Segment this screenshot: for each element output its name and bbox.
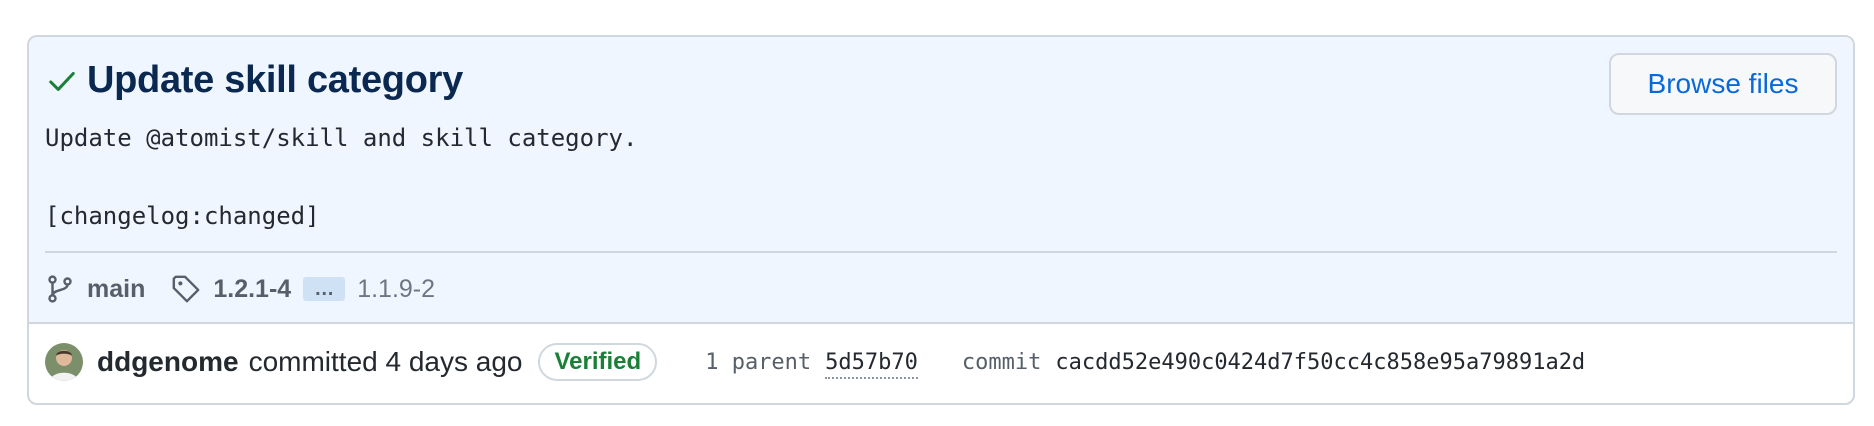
commit-refs: main 1.2.1-4 … 1.1.9-2 xyxy=(45,269,435,309)
user-avatar[interactable] xyxy=(45,343,83,381)
commit-message-line-3: [changelog:changed] xyxy=(45,202,320,230)
author-link[interactable]: ddgenome xyxy=(97,346,239,378)
git-branch-icon xyxy=(48,275,72,303)
avatar-image xyxy=(45,343,83,381)
tags-expand-button[interactable]: … xyxy=(303,277,346,301)
commit-message: Update @atomist/skill and skill category… xyxy=(45,119,637,236)
verified-badge[interactable]: Verified xyxy=(538,343,658,381)
commit-sha: cacdd52e490c0424d7f50cc4c858e95a79891a2d xyxy=(1055,349,1586,375)
commit-box: Update skill category Browse files Updat… xyxy=(27,35,1855,405)
parent-sha-link[interactable]: 5d57b70 xyxy=(825,349,918,379)
commit-title: Update skill category xyxy=(87,59,463,101)
commit-message-line-1: Update @atomist/skill and skill category… xyxy=(45,124,638,152)
commit-title-row: Update skill category xyxy=(47,59,463,102)
tag-icon xyxy=(172,275,200,303)
branch-link[interactable]: main xyxy=(87,275,145,304)
commit-label: commit xyxy=(961,349,1042,375)
commit-meta: ddgenome committed 4 days ago Verified 1… xyxy=(45,337,1835,387)
tag-link-primary[interactable]: 1.2.1-4 xyxy=(213,275,291,304)
commit-time: committed 4 days ago xyxy=(248,346,523,377)
parent-label: 1 parent xyxy=(705,349,812,375)
check-icon xyxy=(49,71,75,91)
tag-link-secondary[interactable]: 1.1.9-2 xyxy=(357,275,435,304)
commit-header: Update skill category Browse files Updat… xyxy=(29,37,1853,324)
commit-message-line-2 xyxy=(45,158,637,197)
header-divider xyxy=(45,251,1837,253)
browse-files-button[interactable]: Browse files xyxy=(1609,53,1837,115)
